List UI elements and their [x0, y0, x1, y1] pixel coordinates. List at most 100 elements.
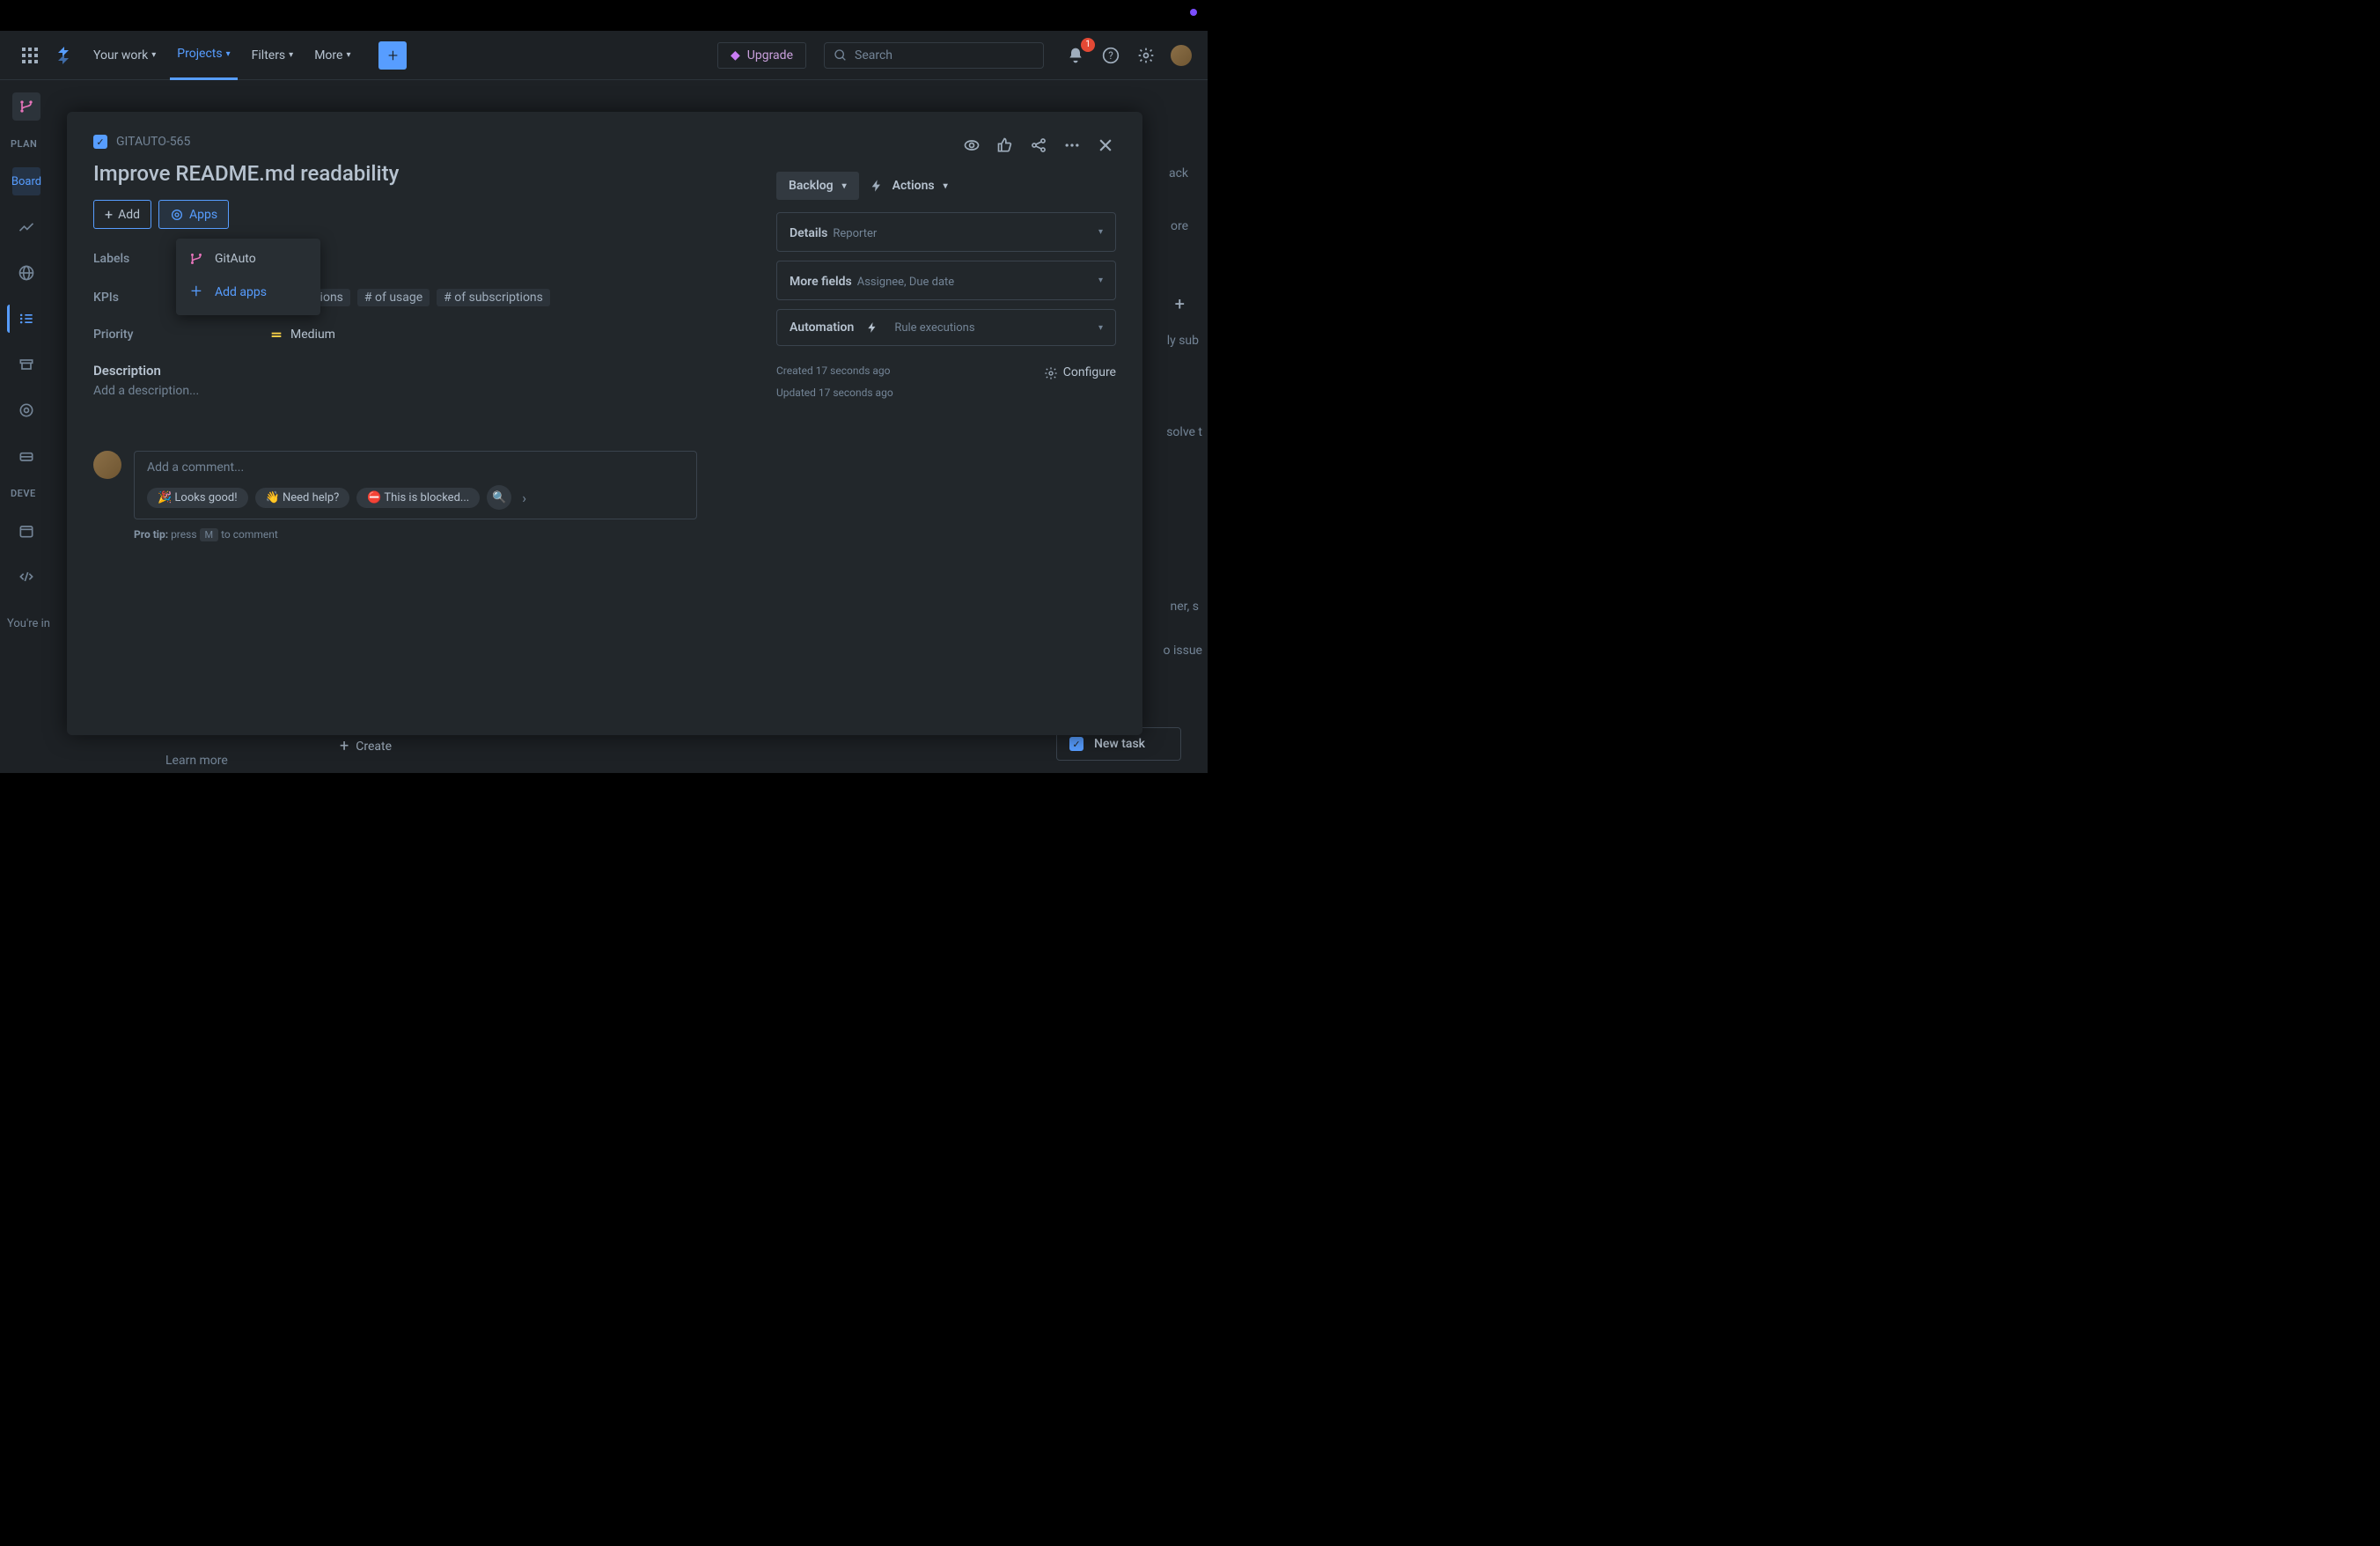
sidebar-section-development: DEVE — [7, 488, 60, 499]
kpi-tag[interactable]: # of subscriptions — [437, 289, 550, 306]
create-button[interactable]: + — [378, 41, 407, 70]
app-switcher-icon[interactable] — [16, 41, 44, 70]
protip-press: press — [171, 528, 196, 541]
sidebar-list-icon[interactable] — [7, 305, 35, 333]
apps-button-label: Apps — [189, 208, 217, 222]
more-fields-panel[interactable]: More fieldsAssignee, Due date ▾ — [776, 261, 1116, 300]
actions-label: Actions — [892, 179, 935, 193]
sidebar-board[interactable]: Board — [12, 167, 40, 195]
kpi-tag[interactable]: # of usage — [357, 289, 430, 306]
chevron-down-icon: ▾ — [842, 181, 847, 191]
chevron-right-icon[interactable]: › — [518, 486, 530, 510]
task-type-icon: ✓ — [1069, 737, 1083, 751]
search-icon — [834, 48, 848, 63]
sidebar-footer-text: You're in — [7, 617, 60, 630]
close-icon[interactable] — [1095, 135, 1116, 156]
apps-button[interactable]: Apps — [158, 200, 229, 229]
suggestion-chip-need-help[interactable]: 👋 Need help? — [255, 488, 350, 508]
macos-titlebar — [0, 0, 1208, 31]
chevron-down-icon: ▾ — [1098, 323, 1103, 333]
more-fields-sub: Assignee, Due date — [857, 276, 954, 289]
new-task-label: New task — [1094, 737, 1145, 751]
add-button[interactable]: + Add — [93, 200, 151, 229]
dropdown-gitauto-label: GitAuto — [215, 252, 256, 266]
suggestion-chip-looks-good[interactable]: 🎉 Looks good! — [147, 488, 248, 508]
priority-value[interactable]: Medium — [290, 328, 335, 342]
suggestion-chip-search[interactable]: 🔍 — [487, 485, 511, 510]
nav-more[interactable]: More▾ — [307, 31, 357, 80]
top-nav: Your work▾ Projects▾ Filters▾ More▾ + ◆ … — [0, 31, 1208, 80]
plus-icon: + — [188, 281, 204, 303]
app-window: Your work▾ Projects▾ Filters▾ More▾ + ◆ … — [0, 31, 1208, 773]
bg-create-label: Create — [356, 740, 392, 754]
search-input[interactable]: Search — [824, 42, 1044, 69]
chevron-down-icon: ▾ — [226, 49, 231, 59]
chevron-down-icon: ▾ — [289, 50, 293, 60]
comment-box[interactable]: Add a comment... 🎉 Looks good! 👋 Need he… — [134, 451, 697, 519]
settings-button[interactable] — [1132, 41, 1160, 70]
pro-tip-text: Pro tip: press M to comment — [134, 528, 755, 541]
issue-modal-right: Backlog ▾ Actions ▾ DetailsReporter ▾ Mo… — [755, 135, 1116, 712]
like-icon[interactable] — [995, 135, 1016, 156]
nav-your-work[interactable]: Your work▾ — [86, 31, 163, 80]
updated-timestamp: Updated 17 seconds ago — [776, 384, 1116, 403]
sidebar-tray-icon[interactable] — [12, 442, 40, 470]
dropdown-item-gitauto[interactable]: GitAuto — [176, 244, 320, 274]
issue-type-icon[interactable]: ✓ — [93, 135, 107, 149]
apps-dropdown: GitAuto + Add apps — [176, 239, 320, 315]
user-avatar[interactable] — [1171, 45, 1192, 66]
comment-input-placeholder[interactable]: Add a comment... — [147, 460, 684, 475]
automation-title: Automation — [790, 320, 854, 335]
sidebar-code-icon[interactable] — [12, 563, 40, 591]
upgrade-button[interactable]: ◆ Upgrade — [717, 42, 806, 69]
watch-icon[interactable] — [961, 135, 982, 156]
suggestion-chip-blocked[interactable]: ⛔ This is blocked... — [356, 488, 480, 508]
gear-icon — [1044, 366, 1058, 380]
nav-projects[interactable]: Projects ▾ — [170, 31, 237, 80]
plus-icon: + — [105, 206, 113, 223]
description-placeholder[interactable]: Add a description... — [93, 384, 755, 398]
priority-field-label: Priority — [93, 328, 269, 342]
issue-title[interactable]: Improve README.md readability — [93, 161, 755, 186]
diamond-icon: ◆ — [731, 48, 740, 63]
nav-filters[interactable]: Filters▾ — [245, 31, 301, 80]
automation-sub: Rule executions — [894, 321, 974, 335]
status-label: Backlog — [789, 179, 834, 193]
project-icon[interactable] — [12, 92, 40, 121]
dropdown-item-add-apps[interactable]: + Add apps — [176, 274, 320, 310]
actions-dropdown[interactable]: Actions ▾ — [870, 179, 948, 193]
more-actions-icon[interactable] — [1061, 135, 1083, 156]
chevron-down-icon: ▾ — [1098, 227, 1103, 237]
share-icon[interactable] — [1028, 135, 1049, 156]
status-dropdown[interactable]: Backlog ▾ — [776, 172, 859, 200]
more-fields-title: More fields — [790, 275, 852, 289]
help-button[interactable]: ? — [1097, 41, 1125, 70]
configure-button[interactable]: Configure — [1044, 362, 1116, 384]
chevron-down-icon: ▾ — [944, 181, 948, 191]
jira-logo-icon[interactable] — [51, 41, 79, 70]
nav-more-label: More — [314, 48, 342, 63]
automation-panel[interactable]: Automation Rule executions ▾ — [776, 309, 1116, 346]
details-panel[interactable]: DetailsReporter ▾ — [776, 212, 1116, 252]
sidebar-target-icon[interactable] — [12, 396, 40, 424]
dropdown-add-apps-label: Add apps — [215, 285, 267, 299]
sidebar-reports-icon[interactable] — [12, 213, 40, 241]
protip-key: M — [200, 528, 219, 541]
svg-text:?: ? — [1108, 49, 1113, 62]
bg-text: ack — [1169, 166, 1188, 180]
sidebar-board-label: Board — [11, 175, 41, 188]
learn-more-link[interactable]: Learn more — [165, 754, 228, 768]
notifications-button[interactable]: 1 — [1061, 41, 1090, 70]
issue-modal-left: ✓ GITAUTO-565 Improve README.md readabil… — [93, 135, 755, 712]
bg-create-button[interactable]: +Create — [340, 737, 392, 755]
nav-filters-label: Filters — [252, 48, 286, 63]
bg-text: ner, s — [1170, 600, 1199, 614]
issue-key[interactable]: GITAUTO-565 — [116, 135, 190, 149]
nav-projects-label: Projects — [177, 47, 222, 61]
sidebar-globe-icon[interactable] — [12, 259, 40, 287]
sidebar-calendar-icon[interactable] — [12, 517, 40, 545]
bg-plus-icon[interactable]: + — [1175, 293, 1185, 314]
issue-modal: ✓ GITAUTO-565 Improve README.md readabil… — [67, 112, 1142, 735]
sidebar-archive-icon[interactable] — [12, 350, 40, 379]
chevron-down-icon: ▾ — [151, 50, 156, 60]
